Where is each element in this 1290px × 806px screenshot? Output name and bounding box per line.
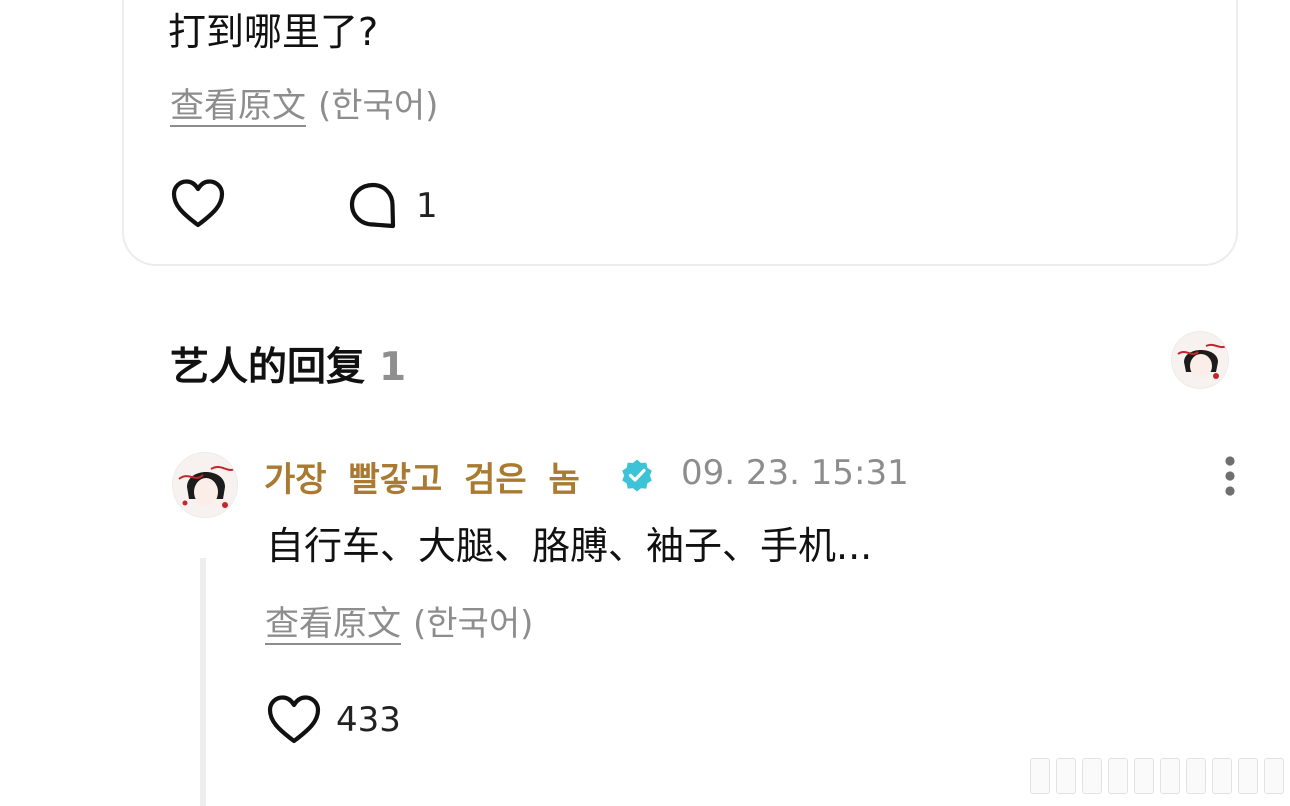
reply-author-avatar-illustration: [173, 453, 237, 517]
heart-icon: [267, 695, 321, 744]
reply-text: 自行车、大腿、胳膊、袖子、手机...: [266, 524, 873, 568]
reply-like-count: 433: [336, 700, 401, 740]
reply-translate-row: 查看原文 (한국어): [265, 596, 533, 645]
image-strip-indicator: [1030, 758, 1290, 794]
artist-replies-heading: 艺人的回复 1: [170, 336, 406, 392]
reply-like-button[interactable]: 433: [266, 694, 401, 746]
verified-badge-icon: [622, 459, 652, 492]
artist-replies-count: 1: [379, 345, 407, 390]
post-translate-row: 查看原文 (한국어): [170, 78, 438, 127]
artist-avatar-small[interactable]: [1171, 331, 1229, 389]
artist-avatar-illustration: [1172, 332, 1228, 388]
more-vertical-icon[interactable]: [1216, 454, 1244, 498]
post-like-button[interactable]: [170, 178, 226, 230]
heart-icon: [171, 179, 225, 228]
post-comment-count: 1: [416, 186, 438, 226]
post-comment-button[interactable]: 1: [348, 181, 438, 231]
artist-replies-title: 艺人的回复: [170, 345, 366, 390]
post-text: 打到哪里了?: [168, 10, 379, 54]
reply-author-name[interactable]: 가장 빨갛고 검은 놈: [264, 452, 580, 501]
reply-original-language: (한국어): [413, 604, 534, 644]
post-original-language: (한국어): [318, 86, 439, 126]
reply-timestamp: 09. 23. 15:31: [681, 453, 909, 493]
post-view-original-link[interactable]: 查看原文: [170, 86, 306, 126]
reply-author-avatar[interactable]: [172, 452, 238, 518]
page: 打到哪里了? 查看原文 (한국어) 1 艺人的回复 1 가장 빨갛고 검은 놈 …: [0, 0, 1290, 806]
comment-bubble-icon: [349, 182, 396, 229]
reply-view-original-link[interactable]: 查看原文: [265, 604, 401, 644]
reply-thread-line: [200, 558, 206, 806]
